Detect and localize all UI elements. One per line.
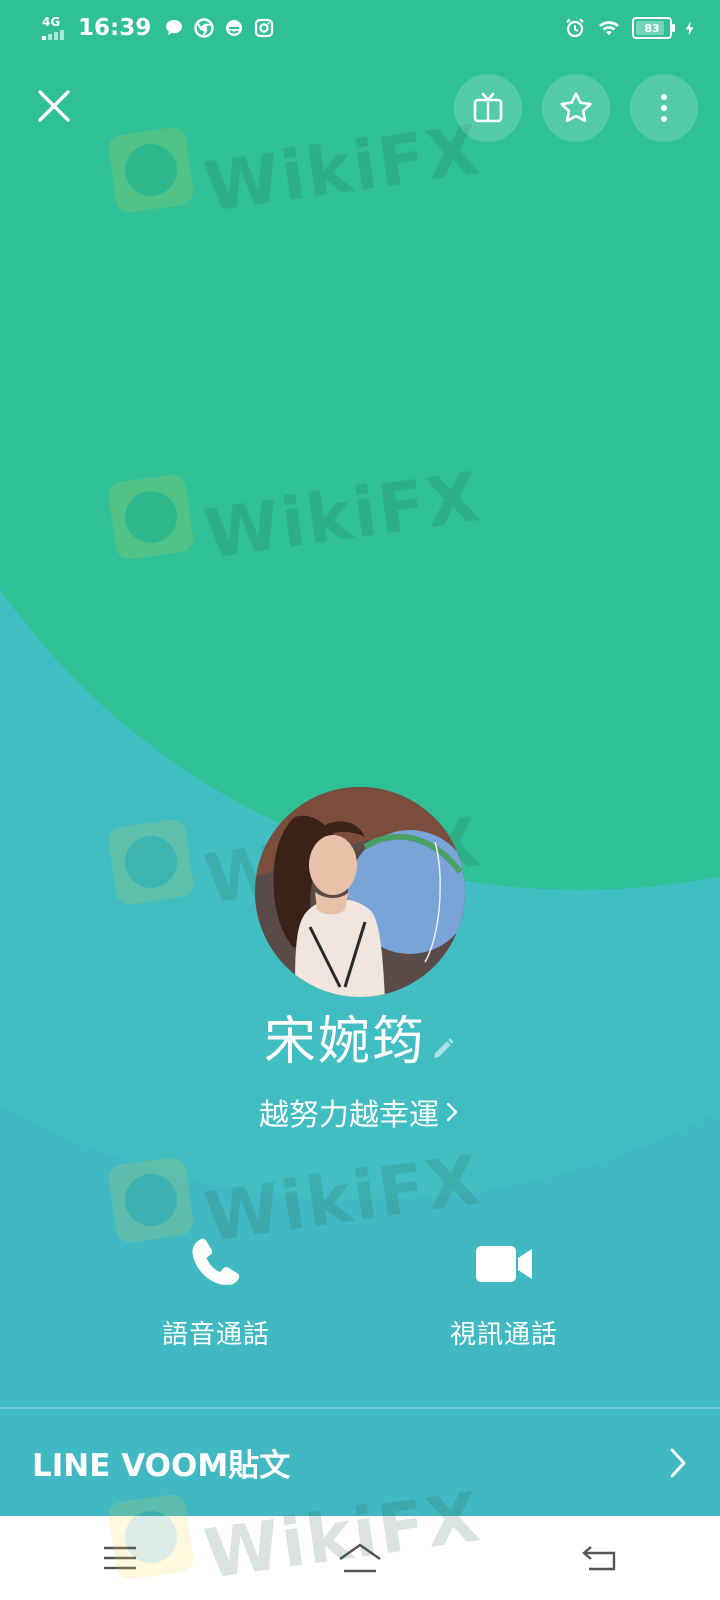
home-button[interactable] [330,1534,390,1582]
chevron-right-icon [446,1102,458,1122]
video-call-button[interactable]: 視訊通話 [404,1232,604,1351]
battery-icon: 83 [632,17,675,39]
alarm-icon [566,18,584,38]
line-voom-label: LINE VOOM貼文 [32,1448,291,1484]
profile-name-row: 宋婉筠 [0,1010,720,1074]
back-arrow-icon [582,1546,616,1571]
status-right: 83 [564,17,698,39]
browser-icon [226,20,243,36]
tv-icon [473,92,503,123]
tv-button[interactable] [454,74,522,142]
charging-icon [685,21,694,36]
home-icon [339,1543,381,1573]
header-actions [454,74,698,142]
edit-pencil-icon[interactable] [430,1036,456,1062]
status-left: 4G 16:39 [42,15,275,41]
video-camera-icon [472,1232,536,1296]
status-message: 越努力越幸運 [259,1098,439,1133]
recent-apps-button[interactable] [90,1534,150,1582]
profile-avatar[interactable] [255,787,465,997]
status-bar: 4G 16:39 83 [0,0,720,56]
cell-signal-icon: 4G [42,16,64,40]
status-time: 16:39 [78,15,152,41]
wifi-icon [599,21,619,36]
more-button[interactable] [630,74,698,142]
menu-lines-icon [104,1546,136,1570]
background-top [0,0,720,460]
more-vertical-icon [661,94,667,122]
avatar-photo [255,787,465,997]
system-nav-bar [0,1516,720,1600]
instagram-icon [255,18,274,38]
back-button[interactable] [570,1534,630,1582]
video-call-label: 視訊通話 [449,1320,558,1350]
profile-name: 宋婉筠 [263,1012,426,1072]
chevron-right-icon [670,1448,686,1477]
phone-icon [184,1232,248,1296]
close-icon [38,90,70,122]
line-voom-posts-row[interactable]: LINE VOOM貼文 [0,1409,720,1516]
chat-bubble-icon [166,20,183,35]
close-button[interactable] [28,80,80,132]
voice-call-label: 語音通話 [161,1320,270,1350]
star-icon [560,92,592,123]
chrome-icon [194,18,214,38]
voice-call-button[interactable]: 語音通話 [116,1232,316,1351]
profile-screen: WikiFX WikiFX WikiFX WikiFX 4G 16:39 [0,0,720,1600]
favorite-button[interactable] [542,74,610,142]
status-message-link[interactable]: 越努力越幸運 [0,1090,720,1134]
